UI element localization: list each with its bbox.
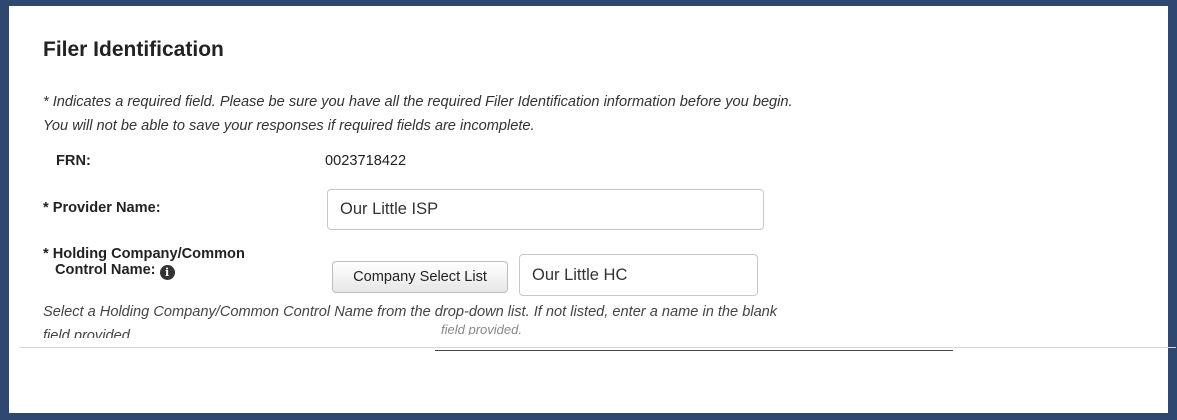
instruction-line: You will not be able to save your respon… — [43, 118, 535, 134]
holding-company-label-line1: * Holding Company/Common — [43, 246, 245, 262]
divider — [435, 350, 953, 351]
holding-company-input[interactable] — [519, 254, 758, 296]
instruction-line: * Indicates a required field. Please be … — [43, 94, 793, 110]
help-text-line: Select a Holding Company/Common Control … — [43, 304, 778, 320]
holding-company-label-line2: Control Name: i — [43, 262, 245, 280]
company-select-list-button[interactable]: Company Select List — [332, 261, 508, 293]
instructions: * Indicates a required field. Please be … — [43, 90, 1043, 138]
info-icon[interactable]: i — [159, 265, 175, 280]
window-frame: Filer Identification * Indicates a requi… — [0, 0, 1177, 420]
ghost-text: field provided. — [441, 323, 522, 335]
holding-company-label: * Holding Company/Common Control Name: i — [43, 246, 245, 280]
help-text: Select a Holding Company/Common Control … — [43, 300, 1043, 338]
help-text-line: field provided. — [43, 328, 134, 338]
provider-name-input[interactable] — [327, 189, 764, 230]
holding-company-label-text: Control Name: — [55, 262, 156, 278]
provider-name-label: * Provider Name: — [43, 200, 161, 216]
section-title: Filer Identification — [43, 38, 224, 61]
frn-value: 0023718422 — [325, 153, 407, 169]
filer-identification-panel: Filer Identification * Indicates a requi… — [19, 12, 1176, 348]
frn-label: FRN: — [56, 153, 91, 169]
